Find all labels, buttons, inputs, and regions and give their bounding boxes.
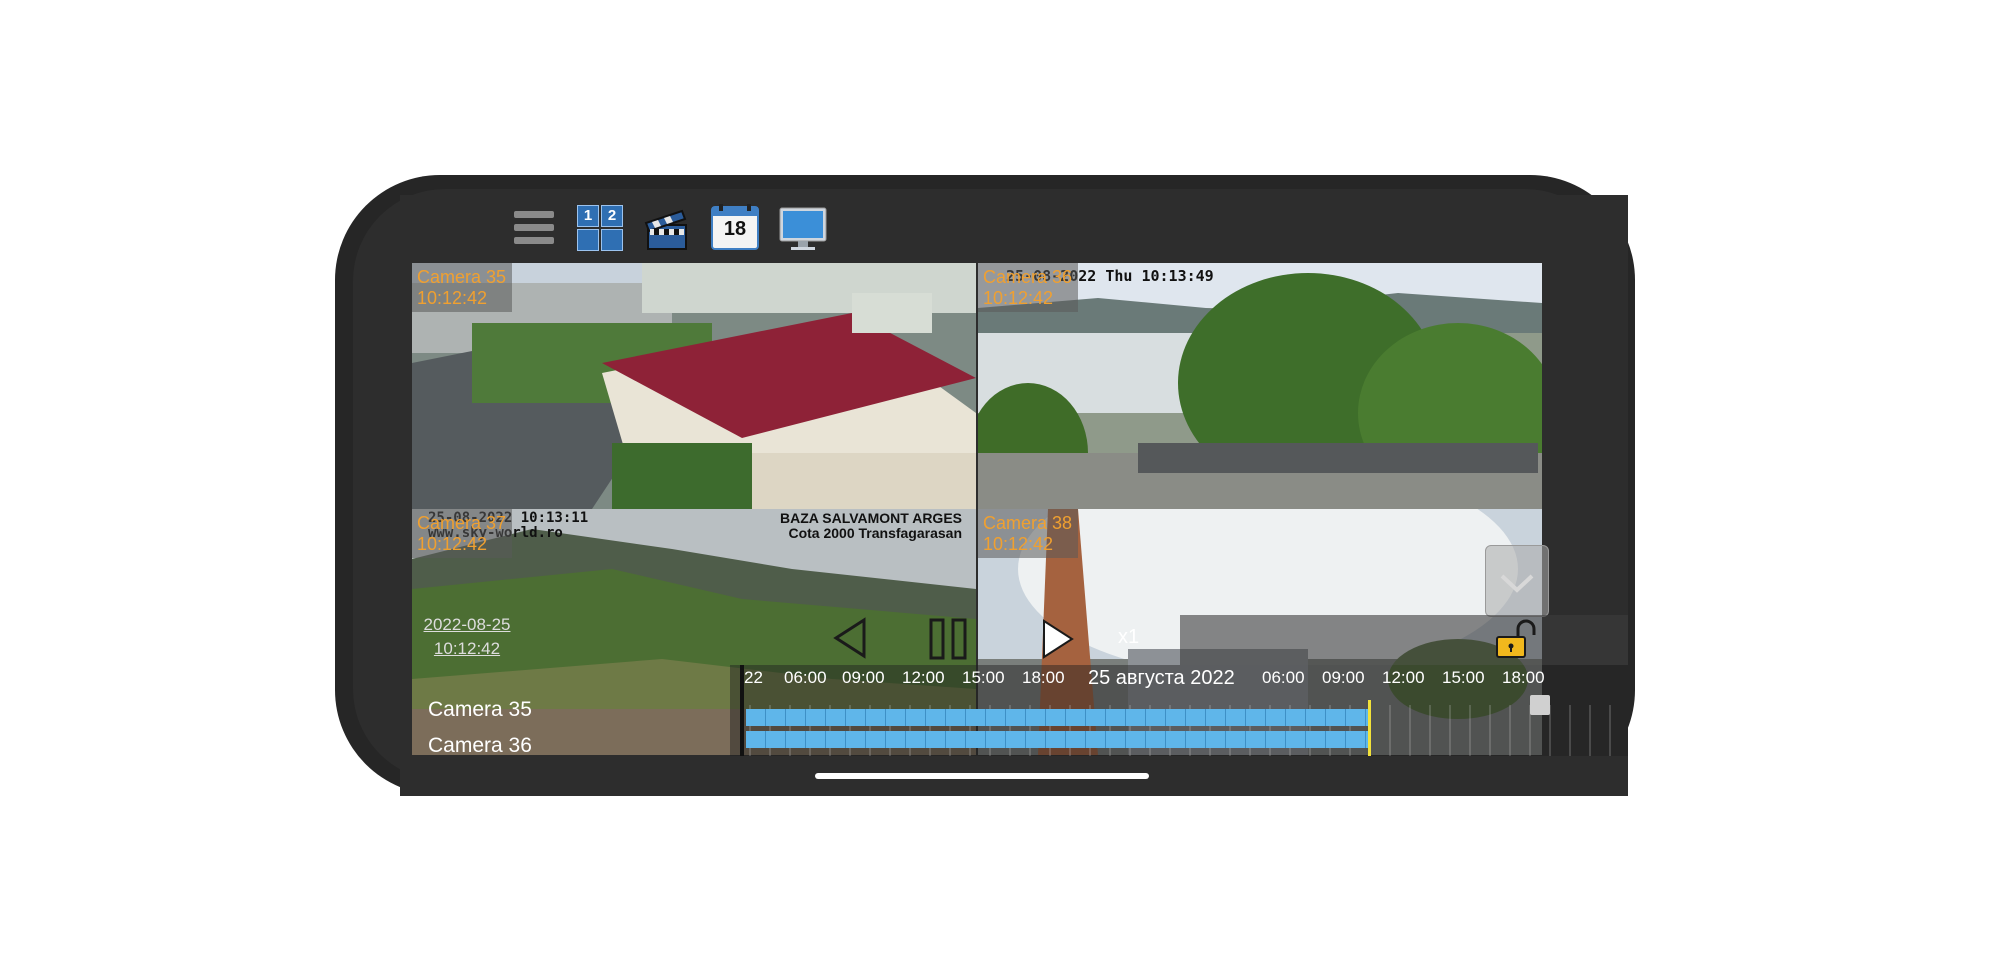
camera-label: Camera 37 10:12:42 bbox=[412, 509, 513, 558]
grid-cell-2: 2 bbox=[601, 205, 623, 227]
timeline-tick: 18:00 bbox=[1022, 668, 1065, 687]
timeline-tick: 09:00 bbox=[842, 668, 885, 687]
top-toolbar: 1 2 18 bbox=[400, 195, 1600, 265]
previous-button[interactable] bbox=[832, 617, 868, 664]
menu-icon[interactable] bbox=[510, 203, 560, 253]
osd-altitude: Cota 2000 Transfagarasan bbox=[788, 525, 962, 541]
playback-date: 2022-08-25 bbox=[423, 615, 511, 634]
timeline-tick: 09:00 bbox=[1322, 668, 1365, 687]
play-button[interactable] bbox=[1040, 618, 1076, 665]
grid-cell-1: 1 bbox=[577, 205, 599, 227]
camera-time: 10:12:42 bbox=[417, 288, 488, 308]
timeline-tick: 06:00 bbox=[1262, 668, 1305, 687]
camera-name: Camera 38 bbox=[983, 513, 1073, 533]
camera-name: Camera 36 bbox=[983, 267, 1073, 287]
app-screen: 1 2 18 Camera 35 10:12:42 25-08-2022 Thu… bbox=[400, 195, 1628, 796]
camera-time: 10:12:42 bbox=[983, 534, 1054, 554]
playback-speed[interactable]: x1 bbox=[1118, 626, 1139, 649]
step-back-icon bbox=[833, 617, 866, 659]
play-icon bbox=[1043, 619, 1074, 659]
grid-cell-3 bbox=[577, 229, 599, 251]
camera-time: 10:12:42 bbox=[417, 534, 488, 554]
playback-controls bbox=[1180, 615, 1628, 665]
home-indicator[interactable] bbox=[815, 773, 1149, 779]
calendar-day: 18 bbox=[723, 218, 747, 240]
timeline-tick: 15:00 bbox=[1442, 668, 1485, 687]
monitor-icon[interactable] bbox=[778, 203, 828, 253]
playback-time: 10:12:42 bbox=[433, 639, 501, 658]
pause-button[interactable] bbox=[928, 618, 968, 665]
timeline-tick: 06:00 bbox=[784, 668, 827, 687]
timeline-date: 25 августа 2022 bbox=[1088, 667, 1235, 689]
camera-label: Camera 35 10:12:42 bbox=[412, 263, 513, 312]
playback-datetime[interactable]: 2022-08-25 10:12:42 bbox=[412, 613, 522, 661]
timeline-tick: 22 bbox=[744, 668, 763, 687]
camera-osd-right: BAZA SALVAMONT ARGES Cota 2000 Transfaga… bbox=[780, 511, 962, 541]
timeline-tick: 18:00 bbox=[1502, 668, 1545, 687]
camera-name: Camera 35 bbox=[417, 267, 507, 287]
camera-label: Camera 36 10:12:42 bbox=[978, 263, 1079, 312]
timeline-left-edge bbox=[740, 665, 744, 757]
timeline-tick: 12:00 bbox=[902, 668, 945, 687]
timeline-row-label: Camera 36 bbox=[428, 734, 532, 756]
lock-toggle[interactable] bbox=[1494, 619, 1538, 666]
camera-label: Camera 38 10:12:42 bbox=[978, 509, 1079, 558]
chevron-down-icon bbox=[1500, 574, 1534, 593]
camera-time: 10:12:42 bbox=[983, 288, 1054, 308]
pause-icon bbox=[929, 618, 967, 660]
timeline-tick: 12:00 bbox=[1382, 668, 1425, 687]
grid-cell-4 bbox=[601, 229, 623, 251]
timeline-tick: 15:00 bbox=[962, 668, 1005, 687]
camera-tile-35[interactable]: Camera 35 10:12:42 bbox=[412, 263, 976, 509]
timeline-scroll-handle[interactable] bbox=[1530, 695, 1550, 715]
layout-grid-icon[interactable]: 1 2 bbox=[575, 203, 625, 253]
timeline-cursor[interactable] bbox=[1368, 700, 1371, 758]
recording-bar[interactable] bbox=[746, 709, 1368, 726]
recording-bar[interactable] bbox=[746, 731, 1368, 748]
calendar-icon[interactable]: 18 bbox=[710, 203, 760, 253]
timeline-row-label: Camera 35 bbox=[428, 698, 532, 721]
camera-tile-36[interactable]: 25-08-2022 Thu 10:13:49 Camera 36 10:12:… bbox=[978, 263, 1542, 509]
camera-name: Camera 37 bbox=[417, 513, 507, 533]
collapse-panel-button[interactable] bbox=[1485, 545, 1549, 617]
clapperboard-icon[interactable] bbox=[642, 203, 692, 253]
osd-location: BAZA SALVAMONT ARGES bbox=[780, 510, 962, 526]
unlock-icon bbox=[1496, 619, 1536, 658]
